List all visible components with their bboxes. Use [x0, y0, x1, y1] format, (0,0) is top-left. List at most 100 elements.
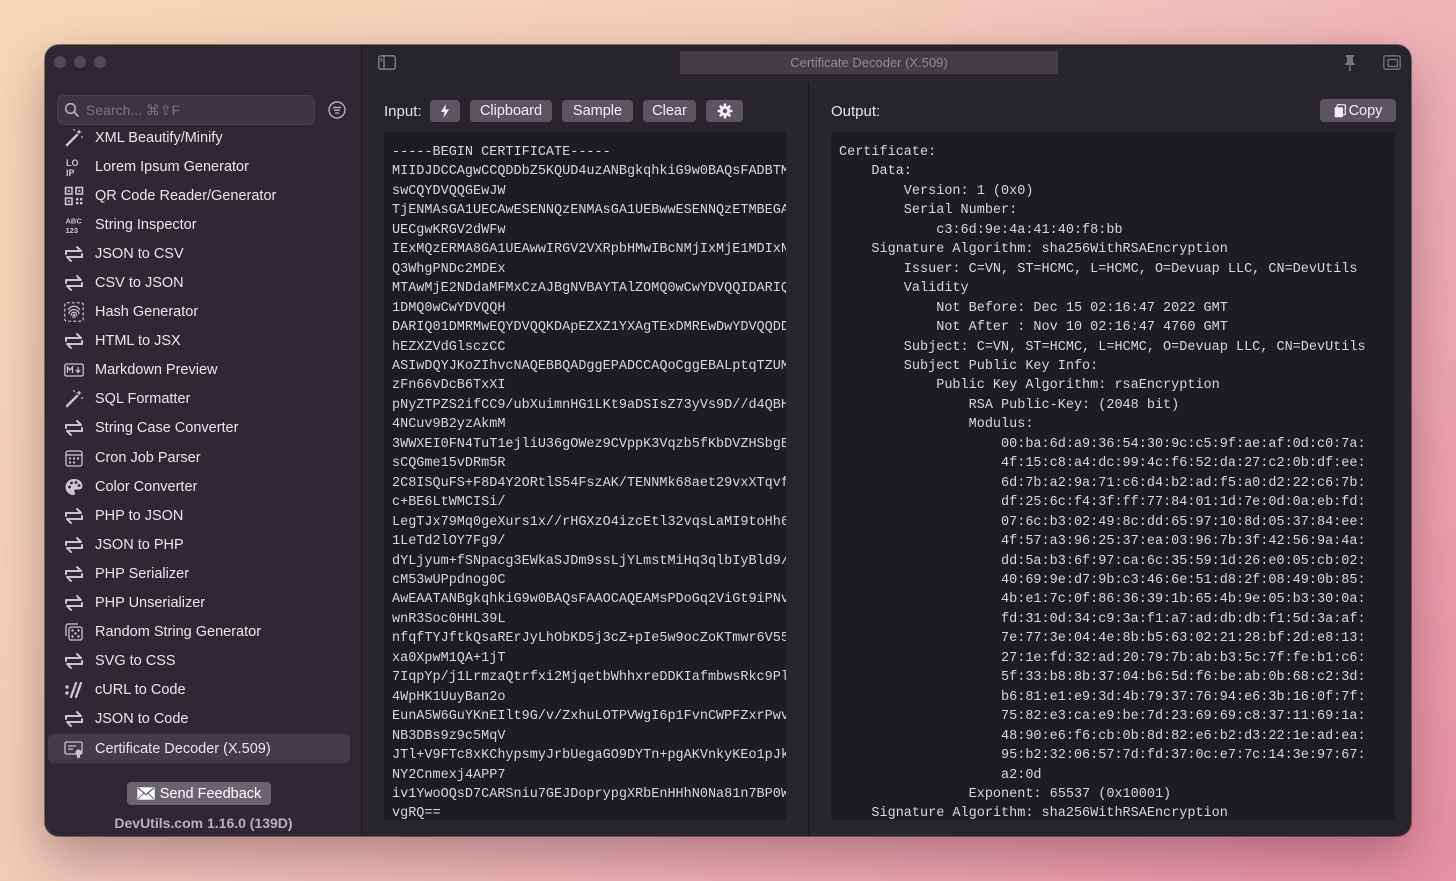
window-controls — [54, 56, 106, 68]
send-feedback-button[interactable]: Send Feedback — [127, 782, 271, 805]
sidebar-item-label: Cron Job Parser — [95, 449, 201, 466]
sidebar-item[interactable]: Cron Job Parser — [48, 443, 350, 472]
sidebar-item[interactable]: cURL to Code — [48, 676, 350, 705]
sidebar-item[interactable]: XML Beautify/Minify — [48, 123, 350, 152]
envelope-icon — [137, 787, 155, 800]
output-label: Output: — [831, 103, 881, 120]
float-window-icon[interactable] — [1383, 55, 1401, 70]
tool-list: XML Beautify/Minify LO IP Lorem Ipsum Gener… — [48, 123, 350, 764]
gear-icon — [717, 103, 732, 119]
markdown-icon — [63, 359, 85, 381]
pin-icon[interactable] — [1343, 54, 1357, 72]
convert-arrows-icon — [63, 243, 85, 265]
sidebar-item[interactable]: PHP Serializer — [48, 559, 350, 588]
auto-detect-button[interactable] — [430, 100, 460, 122]
sidebar-item-label: JSON to PHP — [95, 536, 184, 553]
sidebar-toggle-icon[interactable] — [378, 55, 396, 70]
svg-text:LO: LO — [66, 158, 79, 168]
sidebar-item-label: Lorem Ipsum Generator — [95, 158, 249, 175]
minimize-window-button[interactable] — [74, 56, 86, 68]
copy-icon — [1334, 103, 1346, 117]
convert-arrows-icon — [63, 330, 85, 352]
sidebar-item[interactable]: QR Code Reader/Generator — [48, 181, 350, 210]
sidebar-item-label: Hash Generator — [95, 304, 199, 321]
close-window-button[interactable] — [54, 56, 66, 68]
sidebar-item-label: QR Code Reader/Generator — [95, 187, 277, 204]
zoom-window-button[interactable] — [94, 56, 106, 68]
sidebar-item[interactable]: Color Converter — [48, 472, 350, 501]
bolt-icon — [441, 104, 449, 118]
search-input[interactable] — [86, 102, 296, 118]
svg-text:IP: IP — [66, 168, 75, 177]
sidebar-item[interactable]: JSON to CSV — [48, 239, 350, 268]
app-version: DevUtils.com 1.16.0 (139D) — [114, 815, 293, 831]
sidebar-item[interactable]: ABC 123 String Inspector — [48, 210, 350, 239]
sidebar-item[interactable]: HTML to JSX — [48, 327, 350, 356]
filter-list-icon[interactable] — [327, 100, 347, 120]
sidebar-item[interactable]: Random String Generator — [48, 618, 350, 647]
input-label: Input: — [384, 103, 422, 120]
sidebar-item[interactable]: JSON to PHP — [48, 530, 350, 559]
convert-arrows-icon — [63, 708, 85, 730]
lorem-ipsum-icon: LO IP — [63, 156, 85, 178]
clear-button[interactable]: Clear — [643, 100, 696, 122]
sidebar-item-label: Random String Generator — [95, 624, 262, 641]
copy-label: Copy — [1348, 102, 1383, 119]
copy-button[interactable]: Copy — [1320, 99, 1396, 122]
qr-code-icon — [63, 185, 85, 207]
search-icon — [64, 102, 79, 117]
sidebar-item[interactable]: PHP to JSON — [48, 501, 350, 530]
abc-123-icon: ABC 123 — [63, 214, 85, 236]
search-box[interactable] — [57, 95, 315, 125]
sidebar-item-label: SVG to CSS — [95, 653, 176, 670]
curl-icon — [63, 679, 85, 701]
sidebar-item-label: PHP Serializer — [95, 565, 190, 582]
sidebar-item[interactable]: JSON to Code — [48, 705, 350, 734]
settings-button[interactable] — [706, 100, 743, 122]
output-text[interactable]: Certificate: Data: Version: 1 (0x0) Seri… — [831, 132, 1395, 820]
certificate-icon — [63, 738, 85, 760]
wand-icon — [63, 388, 85, 410]
sidebar-item-label: String Inspector — [95, 216, 197, 233]
sidebar-item-label: SQL Formatter — [95, 391, 191, 408]
fingerprint-icon — [63, 301, 85, 323]
convert-arrows-icon — [63, 650, 85, 672]
sidebar-item[interactable]: Hash Generator — [48, 298, 350, 327]
sidebar-item[interactable]: Certificate Decoder (X.509) — [48, 733, 350, 764]
input-textarea[interactable]: -----BEGIN CERTIFICATE----- MIIDJDCCAgwC… — [384, 132, 786, 820]
sidebar-item[interactable]: PHP Unserializer — [48, 589, 350, 618]
convert-arrows-icon — [63, 272, 85, 294]
app-window: XML Beautify/Minify LOIP Lorem Ipsum Gener… — [45, 45, 1411, 836]
sidebar-item-label: JSON to CSV — [95, 245, 184, 262]
sidebar-item-label: Certificate Decoder (X.509) — [95, 740, 271, 757]
dice-icon — [63, 621, 85, 643]
calendar-icon — [63, 447, 85, 469]
svg-text:123: 123 — [66, 226, 79, 235]
sidebar-item[interactable]: SQL Formatter — [48, 385, 350, 414]
convert-arrows-icon — [63, 563, 85, 585]
sidebar-item-label: PHP to JSON — [95, 507, 184, 524]
sidebar-item-label: JSON to Code — [95, 711, 189, 728]
sidebar-item-label: XML Beautify/Minify — [95, 129, 223, 146]
sidebar-item-label: String Case Converter — [95, 420, 239, 437]
palette-icon — [63, 476, 85, 498]
sidebar-item-label: cURL to Code — [95, 682, 186, 699]
sample-button[interactable]: Sample — [562, 100, 633, 122]
sidebar-item[interactable]: String Case Converter — [48, 414, 350, 443]
convert-arrows-icon — [63, 505, 85, 527]
sidebar-item-label: HTML to JSX — [95, 333, 181, 350]
pane-divider[interactable] — [808, 83, 809, 836]
sidebar-item[interactable]: LO IP Lorem Ipsum Generator — [48, 152, 350, 181]
sidebar-item-label: PHP Unserializer — [95, 595, 206, 612]
sidebar-item-label: Color Converter — [95, 478, 198, 495]
sidebar-item[interactable]: SVG to CSS — [48, 647, 350, 676]
sidebar-item[interactable]: Markdown Preview — [48, 356, 350, 385]
sidebar-item-label: CSV to JSON — [95, 275, 184, 292]
wand-icon — [63, 127, 85, 149]
sidebar-item[interactable]: CSV to JSON — [48, 268, 350, 297]
convert-arrows-icon — [63, 592, 85, 614]
svg-text:ABC: ABC — [66, 216, 83, 225]
sidebar-item-label: Markdown Preview — [95, 362, 218, 379]
convert-arrows-icon — [63, 417, 85, 439]
clipboard-button[interactable]: Clipboard — [470, 100, 552, 122]
